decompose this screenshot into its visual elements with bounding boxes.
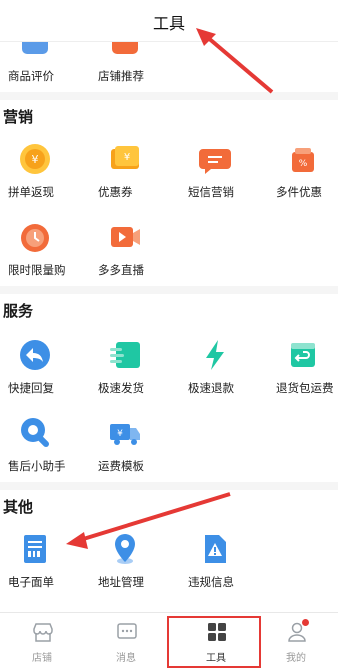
highlight-box [167, 616, 261, 668]
message-icon [117, 623, 137, 639]
tab-label: 我的 [286, 653, 306, 664]
tool-label: 多多直播 [98, 263, 144, 277]
page-header: 工具 [0, 0, 338, 42]
waybill-icon [24, 535, 46, 563]
tool-fast-ship[interactable]: 极速发货 [94, 338, 174, 408]
tool-flash-sale[interactable]: 限时限量购 [4, 220, 84, 290]
tool-address[interactable]: 地址管理 [94, 532, 174, 602]
tool-label: 多件优惠 [276, 185, 322, 199]
section-title-marketing: 营销 [3, 108, 34, 126]
section-divider [0, 92, 338, 100]
tool-label: 售后小助手 [8, 459, 66, 473]
tool-label: 店铺推荐 [98, 69, 144, 83]
tool-recommend[interactable]: 店铺推荐 [94, 42, 174, 98]
sms-icon [199, 149, 231, 174]
tool-shipping-template[interactable]: ¥ 运费模板 [94, 416, 174, 486]
tool-label: 违规信息 [188, 575, 234, 589]
tool-quick-reply[interactable]: 快捷回复 [4, 338, 84, 408]
tool-sms[interactable]: 短信营销 [184, 142, 264, 212]
tool-waybill[interactable]: 电子面单 [4, 532, 84, 602]
tool-cashback[interactable]: ¥ 拼单返现 [4, 142, 84, 212]
tool-label: 限时限量购 [8, 263, 66, 277]
tool-label: 电子面单 [8, 575, 54, 589]
section-title-other: 其他 [3, 498, 34, 516]
tab-label: 消息 [116, 653, 136, 664]
tab-profile[interactable]: 我的 [254, 613, 338, 670]
recommend-icon [112, 42, 138, 54]
cashback-coin-icon: ¥ [20, 144, 50, 174]
tab-messages[interactable]: 消息 [84, 613, 168, 670]
reply-icon [20, 340, 50, 370]
svg-text:¥: ¥ [32, 153, 39, 166]
tool-label: 拼单返现 [8, 185, 54, 199]
lightning-icon [206, 340, 224, 370]
notification-badge [302, 619, 309, 626]
store-icon [33, 623, 53, 642]
tool-return-shipping[interactable]: 退货包运费 [272, 338, 338, 408]
tool-label: 极速退款 [188, 381, 234, 395]
tool-aftersale-helper[interactable]: 售后小助手 [4, 416, 84, 486]
svg-text:¥: ¥ [117, 429, 123, 439]
coupon-icon: ¥ [111, 146, 139, 169]
live-icon [111, 227, 140, 247]
return-box-icon [291, 343, 315, 367]
tool-label: 极速发货 [98, 381, 144, 395]
truck-icon: ¥ [110, 424, 140, 445]
svg-text:%: % [299, 159, 308, 169]
review-icon [22, 42, 48, 54]
tool-label: 优惠券 [98, 185, 133, 199]
tool-coupon[interactable]: ¥ 优惠券 [94, 142, 174, 212]
tool-review[interactable]: 商品评价 [4, 42, 84, 98]
section-title-service: 服务 [3, 302, 34, 320]
tool-live[interactable]: 多多直播 [94, 220, 174, 290]
tool-violation[interactable]: 违规信息 [184, 532, 264, 602]
tool-multi-discount[interactable]: % 多件优惠 [272, 142, 338, 212]
tab-label: 店铺 [32, 653, 52, 664]
timer-icon [21, 224, 49, 252]
tools-content: 商品评价 店铺推荐 营销 ¥ 拼单返现 ¥ 优惠券 短信营销 % 多件优惠 限时… [0, 42, 338, 612]
tool-label: 运费模板 [98, 459, 144, 473]
tool-label: 退货包运费 [276, 381, 334, 395]
svg-text:¥: ¥ [124, 152, 130, 163]
tab-store[interactable]: 店铺 [0, 613, 84, 670]
page-title: 工具 [152, 14, 185, 33]
tool-label: 快捷回复 [8, 381, 54, 395]
section-divider [0, 482, 338, 490]
tool-label: 地址管理 [98, 575, 144, 589]
tool-fast-refund[interactable]: 极速退款 [184, 338, 264, 408]
gift-discount-icon: % [292, 148, 314, 172]
wrench-icon [21, 418, 49, 447]
fast-ship-icon [110, 342, 140, 368]
tool-label: 商品评价 [8, 69, 54, 83]
tool-label: 短信营销 [188, 185, 234, 199]
section-divider [0, 286, 338, 294]
warning-doc-icon [205, 535, 226, 563]
location-pin-icon [115, 534, 135, 564]
